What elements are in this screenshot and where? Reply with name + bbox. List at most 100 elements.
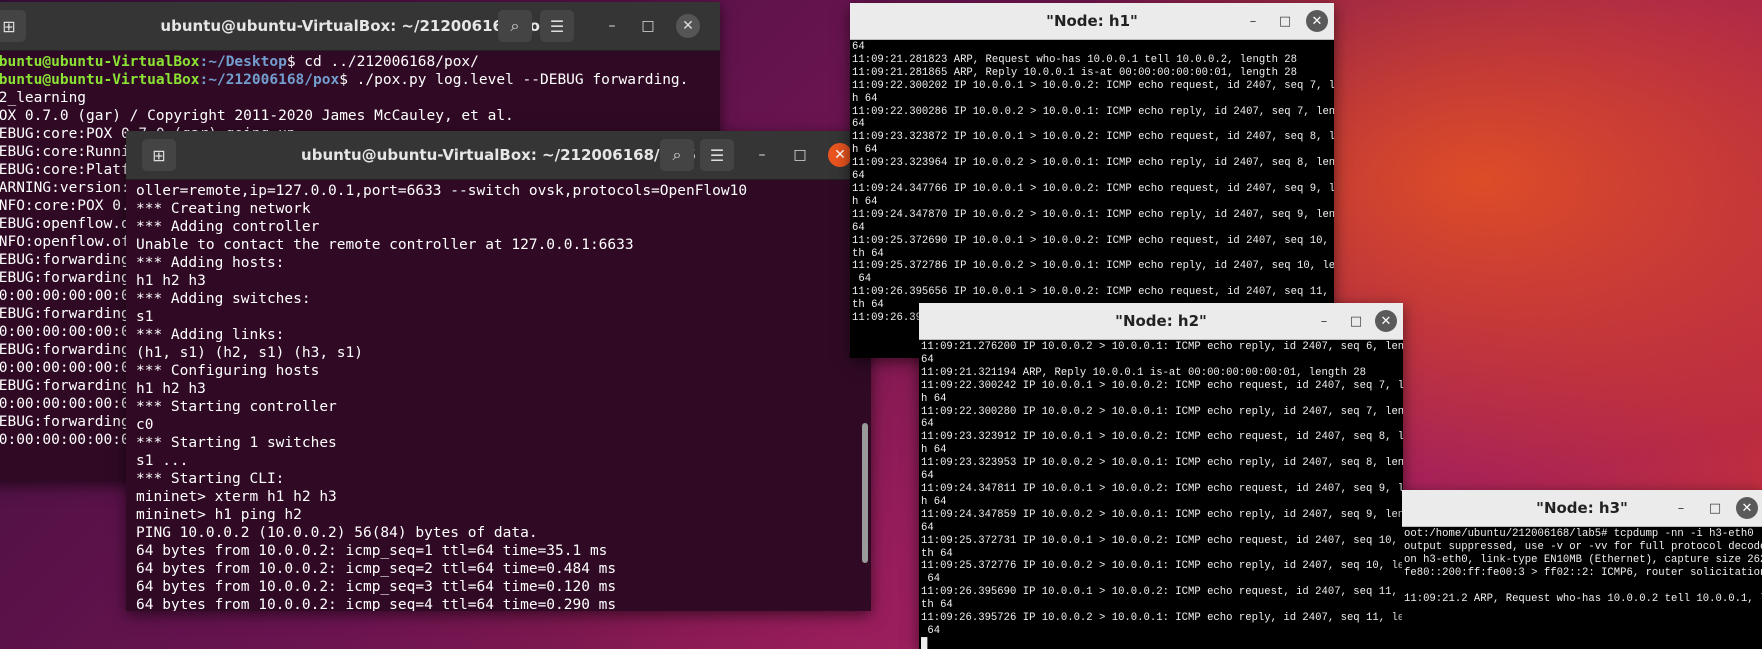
terminal-line: oller=remote,ip=127.0.0.1,port=6633 --sw… — [136, 183, 748, 199]
h2-xterm-window[interactable]: "Node: h2" – □ ✕ 11:09:21.276200 IP 10.0… — [919, 303, 1403, 649]
lab5-title-bar[interactable]: ⊞ ubuntu@ubuntu-VirtualBox: ~/212006168/… — [126, 131, 871, 180]
terminal-line: ubuntu@ubuntu-VirtualBox:~/212006168/pox… — [0, 71, 720, 89]
terminal-line: 11:09:24.347859 IP 10.0.0.2 > 10.0.0.1: … — [921, 508, 1403, 521]
maximize-icon[interactable]: □ — [1704, 497, 1726, 519]
terminal-line: 11:09:25.372786 IP 10.0.0.2 > 10.0.0.1: … — [852, 260, 1334, 273]
close-icon[interactable]: ✕ — [1375, 310, 1397, 332]
terminal-line: 64 — [921, 353, 934, 366]
terminal-line: h 64 — [852, 92, 878, 105]
terminal-line: 11:09:23.323872 IP 10.0.0.1 > 10.0.0.2: … — [852, 131, 1334, 144]
terminal-line: *** Starting controller — [136, 399, 337, 415]
lab5-scrollbar[interactable] — [862, 423, 868, 563]
prompt-command: $ cd ../212006168/pox/ — [286, 54, 479, 70]
prompt-user: ubuntu@ubuntu-VirtualBox — [0, 72, 200, 88]
terminal-line: 64 bytes from 10.0.0.2: icmp_seq=3 ttl=6… — [136, 579, 617, 595]
terminal-line: *** Starting CLI: — [136, 471, 285, 487]
new-tab-icon[interactable]: ⊞ — [0, 10, 26, 42]
terminal-line: 11:09:21.2 ARP, Request who-has 10.0.0.2… — [1404, 592, 1762, 605]
h3-xterm-window[interactable]: "Node: h3" – □ ✕ oot:/home/ubuntu/212006… — [1402, 490, 1762, 649]
terminal-line: 64 — [852, 221, 865, 234]
terminal-line: 11:09:23.323912 IP 10.0.0.1 > 10.0.0.2: … — [921, 431, 1403, 444]
terminal-line: 11:09:23.323953 IP 10.0.0.2 > 10.0.0.1: … — [921, 457, 1403, 470]
terminal-line: output suppressed, use -v or -vv for ful… — [1404, 540, 1762, 553]
h1-title-bar[interactable]: "Node: h1" – □ ✕ — [850, 3, 1334, 40]
minimize-icon[interactable]: – — [600, 14, 624, 38]
terminal-line: 64 bytes from 10.0.0.2: icmp_seq=2 ttl=6… — [136, 561, 617, 577]
terminal-line: *** Adding hosts: — [136, 255, 285, 271]
minimize-icon[interactable]: – — [1242, 10, 1264, 32]
terminal-line: 11:09:21.321194 ARP, Reply 10.0.0.1 is-a… — [921, 366, 1367, 379]
terminal-line: 64 — [921, 521, 934, 534]
pox-title-bar[interactable]: ⊞ ubuntu@ubuntu-VirtualBox: ~/212006168/… — [0, 2, 720, 51]
terminal-line: 11:09:25.372776 IP 10.0.0.2 > 10.0.0.1: … — [921, 560, 1403, 573]
terminal-line: mininet> xterm h1 h2 h3 — [136, 489, 337, 505]
terminal-line: th 64 — [852, 247, 884, 260]
terminal-line: c0 — [136, 417, 154, 433]
terminal-line: h1 h2 h3 — [136, 381, 206, 397]
close-icon[interactable]: ✕ — [676, 14, 700, 38]
terminal-line: h 64 — [921, 444, 947, 457]
terminal-line: 11:09:23.323964 IP 10.0.0.2 > 10.0.0.1: … — [852, 157, 1334, 170]
terminal-line: mininet> h1 ping h2 — [136, 507, 302, 523]
terminal-line: 11:09:25.372690 IP 10.0.0.1 > 10.0.0.2: … — [852, 234, 1334, 247]
h2-terminal-output[interactable]: 11:09:21.276200 IP 10.0.0.2 > 10.0.0.1: … — [919, 340, 1403, 649]
terminal-line: 64 — [921, 470, 934, 483]
terminal-line: th 64 — [921, 599, 953, 612]
h3-title-bar[interactable]: "Node: h3" – □ ✕ — [1402, 490, 1762, 527]
terminal-line: 64 bytes from 10.0.0.2: icmp_seq=4 ttl=6… — [136, 597, 617, 611]
terminal-line: on h3-eth0, link-type EN10MB (Ethernet),… — [1404, 553, 1762, 566]
maximize-icon[interactable]: □ — [788, 143, 812, 167]
h2-title-bar[interactable]: "Node: h2" – □ ✕ — [919, 303, 1403, 340]
maximize-icon[interactable]: □ — [1274, 10, 1296, 32]
terminal-line: *** Adding controller — [136, 219, 320, 235]
terminal-line: 11:09:24.347766 IP 10.0.0.1 > 10.0.0.2: … — [852, 182, 1334, 195]
terminal-line: 64 — [852, 170, 865, 183]
terminal-line: l2_learning — [0, 90, 87, 106]
terminal-line: 64 — [852, 118, 865, 131]
terminal-line: 64 — [852, 41, 865, 53]
terminal-line: *** Creating network — [136, 201, 311, 217]
terminal-line: *** Adding links: — [136, 327, 285, 343]
menu-icon[interactable]: ☰ — [540, 10, 574, 42]
terminal-line: (h1, s1) (h2, s1) (h3, s1) — [136, 345, 363, 361]
terminal-line: 11:09:26.395726 IP 10.0.0.2 > 10.0.0.1: … — [921, 612, 1403, 625]
terminal-line: 11:09:24.347811 IP 10.0.0.1 > 10.0.0.2: … — [921, 482, 1403, 495]
terminal-line: *** Adding switches: — [136, 291, 311, 307]
maximize-icon[interactable]: □ — [636, 14, 660, 38]
lab5-terminal-output[interactable]: oller=remote,ip=127.0.0.1,port=6633 --sw… — [126, 180, 871, 611]
menu-icon[interactable]: ☰ — [700, 139, 734, 171]
search-icon[interactable]: ⌕ — [660, 139, 694, 171]
terminal-line: s1 ... — [136, 453, 189, 469]
terminal-line: 11:09:24.347870 IP 10.0.0.2 > 10.0.0.1: … — [852, 208, 1334, 221]
terminal-line: 64 — [921, 573, 941, 586]
terminal-line: █ — [921, 637, 928, 649]
terminal-line: th 64 — [921, 547, 953, 560]
minimize-icon[interactable]: – — [1670, 497, 1692, 519]
terminal-line: *** Starting 1 switches — [136, 435, 337, 451]
lab5-terminal-window[interactable]: ⊞ ubuntu@ubuntu-VirtualBox: ~/212006168/… — [126, 131, 871, 611]
h3-terminal-output[interactable]: oot:/home/ubuntu/212006168/lab5# tcpdump… — [1402, 527, 1762, 649]
terminal-line: ubuntu@ubuntu-VirtualBox:~/Desktop$ cd .… — [0, 53, 720, 71]
close-icon[interactable]: ✕ — [1736, 497, 1758, 519]
maximize-icon[interactable]: □ — [1345, 310, 1367, 332]
terminal-line: 11:09:22.300242 IP 10.0.0.1 > 10.0.0.2: … — [921, 379, 1403, 392]
terminal-line: 11:09:22.300280 IP 10.0.0.2 > 10.0.0.1: … — [921, 405, 1403, 418]
search-icon[interactable]: ⌕ — [498, 10, 532, 42]
close-icon[interactable]: ✕ — [828, 143, 852, 167]
terminal-line: 11:09:25.372731 IP 10.0.0.1 > 10.0.0.2: … — [921, 534, 1403, 547]
minimize-icon[interactable]: – — [750, 143, 774, 167]
terminal-line: PING 10.0.0.2 (10.0.0.2) 56(84) bytes of… — [136, 525, 538, 541]
terminal-line: fe80::200:ff:fe00:3 > ff02::2: ICMP6, ro… — [1404, 566, 1762, 579]
terminal-line: h 64 — [852, 195, 878, 208]
terminal-line: h 64 — [921, 495, 947, 508]
close-icon[interactable]: ✕ — [1306, 10, 1328, 32]
new-tab-icon[interactable]: ⊞ — [142, 139, 176, 171]
prompt-user: ubuntu@ubuntu-VirtualBox — [0, 54, 200, 70]
terminal-line: h 64 — [921, 392, 947, 405]
prompt-path: :~/Desktop — [199, 54, 287, 70]
terminal-line: 64 bytes from 10.0.0.2: icmp_seq=1 ttl=6… — [136, 543, 608, 559]
terminal-line: oot:/home/ubuntu/212006168/lab5# tcpdump… — [1404, 528, 1754, 540]
minimize-icon[interactable]: – — [1313, 310, 1335, 332]
terminal-line: s1 — [136, 309, 154, 325]
terminal-line: 11:09:26.395656 IP 10.0.0.1 > 10.0.0.2: … — [852, 286, 1334, 299]
